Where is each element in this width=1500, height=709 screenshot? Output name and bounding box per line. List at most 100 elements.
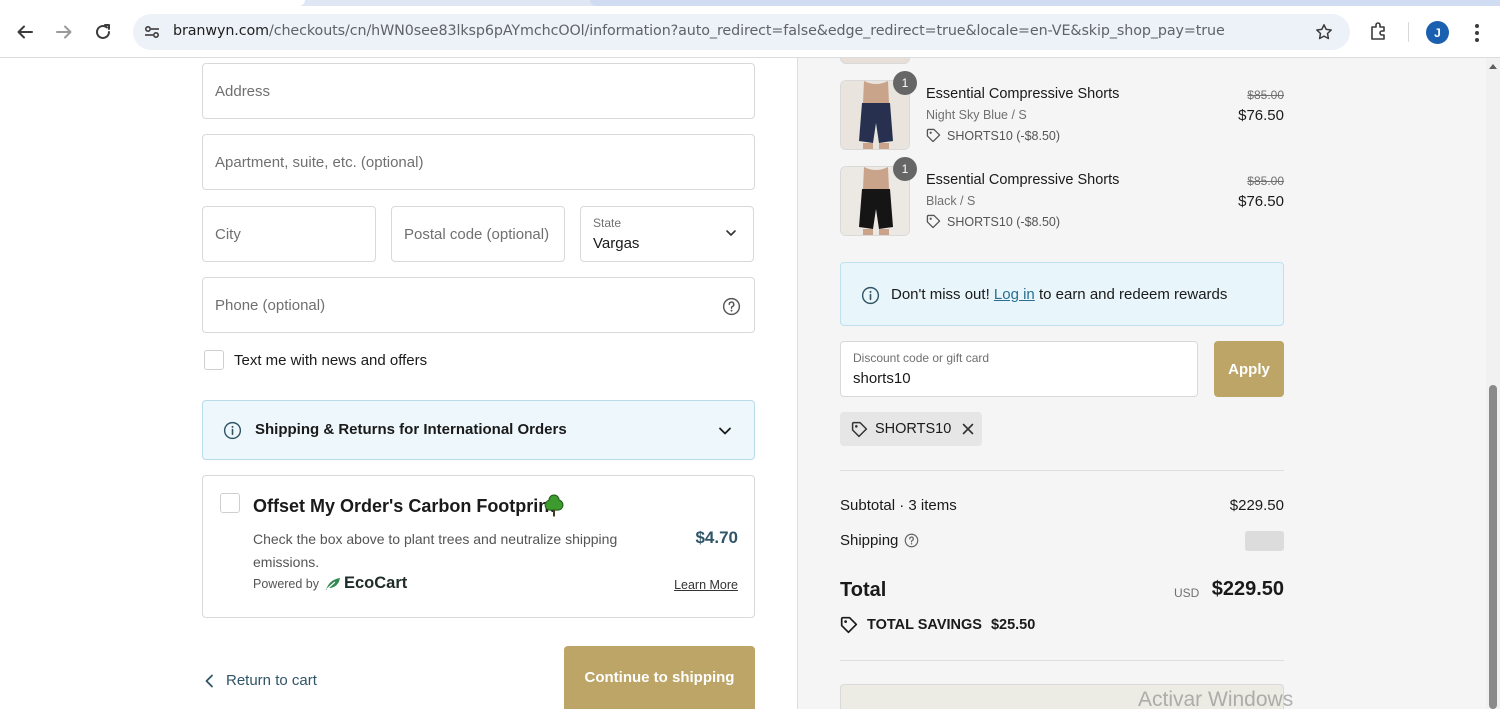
scrollbar-thumb[interactable] xyxy=(1489,385,1497,709)
inactive-tab[interactable] xyxy=(590,0,1500,6)
extensions-puzzle-icon[interactable] xyxy=(1366,18,1392,44)
text-me-checkbox[interactable] xyxy=(204,350,224,370)
chevron-down-icon[interactable] xyxy=(716,422,734,440)
cart-line-item: 1 Essential Compressive Shorts Black / S… xyxy=(840,157,1284,238)
product-variant: Black / S xyxy=(926,194,976,208)
phone-placeholder: Phone (optional) xyxy=(215,297,326,314)
forward-button[interactable] xyxy=(50,18,78,46)
total-savings: TOTAL SAVINGS $25.50 xyxy=(840,616,1035,634)
chevron-down-icon xyxy=(723,225,739,241)
ecocart-logo: EcoCart xyxy=(325,574,407,593)
return-to-cart-label: Return to cart xyxy=(226,672,317,689)
profile-avatar[interactable]: J xyxy=(1426,21,1449,44)
close-icon[interactable] xyxy=(960,421,976,437)
discount-code-input[interactable]: Discount code or gift card shorts10 xyxy=(840,341,1198,397)
reload-icon xyxy=(96,24,110,39)
tag-icon xyxy=(926,128,941,143)
continue-to-shipping-button[interactable]: Continue to shipping xyxy=(564,646,755,709)
rewards-banner: Don't miss out! Log in to earn and redee… xyxy=(840,262,1284,326)
url-path: /checkouts/cn/hWN0see83lksp6pAYmchcOOl/i… xyxy=(268,23,1225,39)
site-settings-icon[interactable] xyxy=(141,21,163,43)
shipping-value-loading xyxy=(1245,531,1284,551)
carbon-offset-checkbox[interactable] xyxy=(220,493,240,513)
line-discount: SHORTS10 (-$8.50) xyxy=(926,128,1060,143)
discount-code-label: Discount code or gift card xyxy=(853,351,990,365)
shipping-returns-accordion[interactable]: Shipping & Returns for International Ord… xyxy=(202,400,755,460)
applied-discount-code: SHORTS10 xyxy=(875,421,952,437)
total-savings-value: $25.50 xyxy=(990,617,1036,633)
active-tab[interactable] xyxy=(0,0,305,6)
tag-icon xyxy=(850,420,868,438)
phone-field[interactable]: Phone (optional) xyxy=(202,277,755,333)
scroll-up-arrow-icon[interactable] xyxy=(1489,62,1497,70)
product-name: Essential Compressive Shorts xyxy=(926,172,1120,188)
quantity-badge: 1 xyxy=(893,71,917,95)
browser-toolbar: branwyn.com/checkouts/cn/hWN0see83lksp6p… xyxy=(0,0,1500,58)
total-savings-label: TOTAL SAVINGS xyxy=(867,617,982,633)
apartment-placeholder: Apartment, suite, etc. (optional) xyxy=(215,154,424,171)
carbon-offset-description: Check the box above to plant trees and n… xyxy=(253,531,618,570)
return-to-cart-link[interactable]: Return to cart xyxy=(204,672,317,689)
url-host: branwyn.com xyxy=(173,23,269,39)
rewards-suffix: to earn and redeem rewards xyxy=(1038,286,1228,303)
question-circle-icon[interactable] xyxy=(903,532,919,548)
bookmark-star-icon[interactable] xyxy=(1313,21,1335,43)
postal-code-field[interactable]: Postal code (optional) xyxy=(391,206,565,262)
info-circle-icon xyxy=(860,285,880,305)
city-field[interactable]: City xyxy=(202,206,376,262)
rewards-text: Don't miss out! Log in to earn and redee… xyxy=(891,286,1227,303)
info-circle-icon xyxy=(222,420,242,440)
back-button[interactable] xyxy=(11,18,39,46)
line-discount-text: SHORTS10 (-$8.50) xyxy=(947,128,1061,143)
arrow-left-icon xyxy=(17,25,33,39)
address-placeholder: Address xyxy=(215,83,271,100)
state-label: State xyxy=(593,216,622,230)
applied-discount-tag: SHORTS10 xyxy=(840,412,982,446)
login-link[interactable]: Log in xyxy=(994,286,1035,303)
total-label: Total xyxy=(840,579,887,601)
quantity-badge: 1 xyxy=(893,157,917,181)
carbon-offset-price: $4.70 xyxy=(695,528,738,547)
summary-divider xyxy=(840,660,1284,661)
postal-code-placeholder: Postal code (optional) xyxy=(404,226,550,243)
line-price: $76.50 xyxy=(1238,193,1284,210)
state-select[interactable]: State Vargas xyxy=(580,206,754,262)
subtotal-value: $229.50 xyxy=(1229,497,1284,514)
address-bar[interactable]: branwyn.com/checkouts/cn/hWN0see83lksp6p… xyxy=(133,14,1350,50)
toolbar-divider xyxy=(1408,22,1409,42)
carbon-offset-title: Offset My Order's Carbon Footprint xyxy=(253,496,556,516)
apply-discount-button[interactable]: Apply xyxy=(1214,341,1284,397)
accordion-title: Shipping & Returns for International Ord… xyxy=(255,421,567,438)
product-name: Essential Compressive Shorts xyxy=(926,86,1120,102)
product-variant: Night Sky Blue / S xyxy=(926,108,1027,122)
text-me-label: Text me with news and offers xyxy=(234,352,428,369)
subtotal-label: Subtotal · 3 items xyxy=(840,497,957,514)
cart-line-item: 1 Essential Compressive Shorts Night Sky… xyxy=(840,71,1284,152)
url-text[interactable]: branwyn.com/checkouts/cn/hWN0see83lksp6p… xyxy=(173,23,1225,39)
currency-code: USD xyxy=(1174,586,1200,600)
windows-activation-watermark: Activar Windows xyxy=(1138,688,1294,709)
question-circle-icon[interactable] xyxy=(721,296,741,316)
tag-icon xyxy=(840,616,858,634)
arrow-right-icon xyxy=(56,25,72,39)
ecocart-leaf-icon xyxy=(326,577,340,590)
line-discount-text: SHORTS10 (-$8.50) xyxy=(947,214,1061,229)
discount-code-value: shorts10 xyxy=(853,370,911,387)
total-value: $229.50 xyxy=(1211,578,1284,600)
shipping-label: Shipping xyxy=(840,532,899,549)
browser-menu-icon[interactable] xyxy=(1466,20,1488,46)
address-field[interactable]: Address xyxy=(202,63,755,119)
ecocart-brand-text: EcoCart xyxy=(344,574,408,592)
tag-icon xyxy=(926,214,941,229)
apartment-field[interactable]: Apartment, suite, etc. (optional) xyxy=(202,134,755,190)
chevron-left-icon xyxy=(205,674,213,687)
previous-item-thumbnail xyxy=(840,58,910,64)
learn-more-link[interactable]: Learn More xyxy=(674,578,738,592)
powered-by-label: Powered by xyxy=(253,577,320,591)
compare-at-price: $85.00 xyxy=(1247,174,1284,188)
page-scrollbar[interactable] xyxy=(1486,58,1500,709)
tree-icon xyxy=(544,494,564,517)
state-value: Vargas xyxy=(593,235,640,252)
reload-button[interactable] xyxy=(89,18,117,46)
line-discount: SHORTS10 (-$8.50) xyxy=(926,214,1060,229)
